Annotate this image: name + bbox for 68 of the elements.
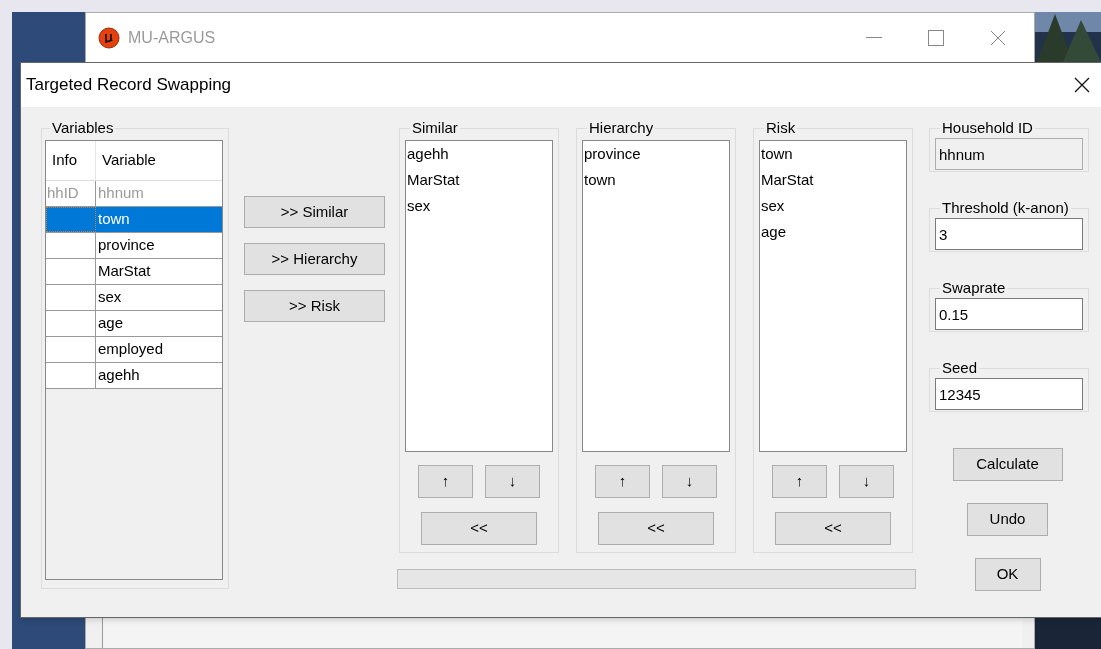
field-label: Household ID: [941, 118, 1034, 138]
app-logo-icon: [98, 27, 120, 49]
table-cell: [46, 259, 96, 284]
window-title: MU-ARGUS: [128, 28, 216, 48]
group-title: Similar: [411, 118, 459, 138]
dialog-title: Targeted Record Swapping: [26, 74, 232, 97]
table-cell: MarStat: [96, 259, 222, 284]
list-item[interactable]: sex: [407, 193, 551, 219]
table-cell: employed: [96, 337, 222, 362]
close-icon[interactable]: [1074, 77, 1090, 93]
input-field[interactable]: 12345: [935, 378, 1083, 410]
list-item[interactable]: province: [584, 141, 728, 167]
move-up-button[interactable]: ↑: [418, 465, 473, 498]
add-button[interactable]: >> Risk: [244, 290, 385, 322]
table-cell: [46, 233, 96, 258]
list-item[interactable]: town: [761, 141, 905, 167]
table-cell: sex: [96, 285, 222, 310]
move-down-button[interactable]: ↓: [839, 465, 894, 498]
table-cell: agehh: [96, 363, 222, 388]
group-title: Variables: [51, 118, 115, 138]
table-row[interactable]: agehh: [46, 363, 222, 389]
table-cell: [46, 285, 96, 310]
table-cell: [46, 363, 96, 388]
table-cell: age: [96, 311, 222, 336]
move-down-button[interactable]: ↓: [485, 465, 540, 498]
list-box[interactable]: town MarStat sex age: [759, 140, 907, 452]
move-up-button[interactable]: ↑: [772, 465, 827, 498]
add-button[interactable]: >> Hierarchy: [244, 243, 385, 275]
list-item[interactable]: town: [584, 167, 728, 193]
field-label: Seed: [941, 358, 979, 378]
table-cell: hhID: [46, 181, 96, 206]
table-cell: [46, 207, 96, 232]
maximize-icon[interactable]: [928, 30, 944, 46]
list-item[interactable]: MarStat: [407, 167, 551, 193]
field-label: Threshold (k-anon): [941, 198, 1070, 218]
group-title: Risk: [765, 118, 797, 138]
action-button[interactable]: Calculate: [952, 448, 1063, 481]
table-cell: town: [96, 207, 222, 232]
input-field[interactable]: 3: [935, 218, 1083, 250]
remove-button[interactable]: <<: [598, 512, 714, 545]
add-button[interactable]: >> Similar: [244, 196, 385, 228]
table-cell: [46, 337, 96, 362]
table-row[interactable]: employed: [46, 337, 222, 363]
action-button[interactable]: OK: [974, 558, 1041, 591]
list-item[interactable]: sex: [761, 193, 905, 219]
remove-button[interactable]: <<: [421, 512, 537, 545]
action-button[interactable]: Undo: [967, 503, 1048, 536]
column-header[interactable]: Info: [46, 141, 96, 180]
list-item[interactable]: age: [761, 219, 905, 245]
list-item[interactable]: agehh: [407, 141, 551, 167]
input-field[interactable]: 0.15: [935, 298, 1083, 330]
list-box[interactable]: province town: [582, 140, 730, 452]
table-row[interactable]: sex: [46, 285, 222, 311]
move-up-button[interactable]: ↑: [595, 465, 650, 498]
table-row[interactable]: province: [46, 233, 222, 259]
list-item[interactable]: MarStat: [761, 167, 905, 193]
group-title: Hierarchy: [588, 118, 655, 138]
column-header[interactable]: Variable: [96, 141, 222, 180]
table-cell: province: [96, 233, 222, 258]
field-label: Swaprate: [941, 278, 1007, 298]
move-down-button[interactable]: ↓: [662, 465, 717, 498]
minimize-icon[interactable]: [866, 37, 882, 39]
table-cell: [46, 311, 96, 336]
remove-button[interactable]: <<: [775, 512, 891, 545]
table-row[interactable]: MarStat: [46, 259, 222, 285]
list-box[interactable]: agehh MarStat sex: [405, 140, 553, 452]
table-row[interactable]: age: [46, 311, 222, 337]
table-row[interactable]: town: [46, 207, 222, 233]
